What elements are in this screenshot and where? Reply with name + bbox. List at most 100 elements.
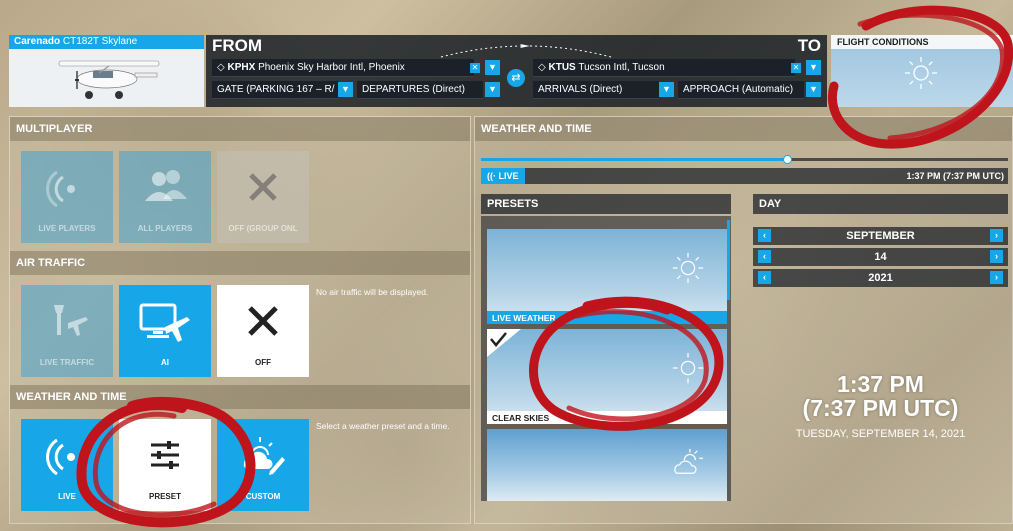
chevron-down-icon[interactable]: ▼ — [485, 60, 500, 75]
selected-checkmark-icon — [487, 329, 521, 357]
live-players-label: LIVE PLAYERS — [38, 224, 96, 233]
day-header: DAY — [753, 194, 1008, 214]
all-players-button[interactable]: ALL PLAYERS — [119, 151, 211, 243]
year-value: 2021 — [868, 272, 893, 284]
preset-few-clouds[interactable] — [487, 429, 727, 501]
chevron-left-icon[interactable]: ‹ — [758, 229, 771, 242]
live-players-button[interactable]: LIVE PLAYERS — [21, 151, 113, 243]
chevron-left-icon[interactable]: ‹ — [758, 271, 771, 284]
aircraft-brand: Carenado — [14, 36, 61, 47]
gate-field[interactable]: GATE (PARKING 167 – R/ — [212, 81, 339, 99]
flight-conditions-card[interactable]: FLIGHT CONDITIONS — [831, 35, 1013, 107]
weather-mode-description: Select a weather preset and a time. — [316, 421, 450, 431]
preset-clear-skies[interactable]: CLEAR SKIES — [487, 329, 727, 424]
approach-value: APPROACH (Automatic) — [683, 84, 794, 95]
live-weather-mode-button[interactable]: LIVE — [21, 419, 113, 511]
aircraft-name: Carenado CT182T Skylane — [9, 35, 204, 49]
airplane-image — [58, 60, 160, 99]
date-value: 14 — [874, 251, 887, 263]
full-date-display: TUESDAY, SEPTEMBER 14, 2021 — [795, 428, 966, 440]
presets-header: PRESETS — [481, 194, 731, 214]
chevron-down-icon[interactable]: ▼ — [806, 82, 821, 97]
presets-list[interactable]: LIVE WEATHER CLEAR SKIES — [481, 216, 731, 501]
to-airport-name: Tucson Intl, Tucson — [578, 62, 665, 73]
chevron-right-icon[interactable]: › — [990, 229, 1003, 242]
broadcast-icon — [21, 165, 113, 214]
date-selector[interactable]: ‹ 14 › — [753, 248, 1008, 266]
chevron-left-icon[interactable]: ‹ — [758, 250, 771, 263]
chevron-down-icon[interactable]: ▼ — [659, 82, 674, 97]
monitor-plane-icon — [119, 299, 211, 350]
sliders-icon — [119, 433, 211, 482]
close-icon — [217, 165, 309, 214]
swap-airports-button[interactable]: ⇄ — [507, 69, 525, 87]
air-traffic-off-label: OFF — [255, 358, 271, 367]
live-time-button[interactable]: ((· LIVE — [481, 168, 525, 184]
all-players-label: ALL PLAYERS — [137, 224, 193, 233]
live-time-label: LIVE — [498, 171, 519, 181]
time-slider-handle[interactable] — [782, 155, 792, 164]
month-selector[interactable]: ‹ SEPTEMBER › — [753, 227, 1008, 245]
approach-field[interactable]: APPROACH (Automatic) — [678, 81, 804, 99]
clear-arrival-icon[interactable]: ✕ — [791, 63, 801, 73]
broadcast-icon: ((· — [487, 171, 496, 181]
custom-weather-mode-button[interactable]: CUSTOM — [217, 419, 309, 511]
arrival-value: ARRIVALS (Direct) — [538, 84, 623, 95]
arrival-procedure-field[interactable]: ARRIVALS (Direct) — [533, 81, 659, 99]
local-time-value: 1:37 PM — [837, 371, 924, 397]
live-traffic-label: LIVE TRAFFIC — [39, 358, 95, 367]
time-readout: 1:37 PM (7:37 PM UTC) — [906, 171, 1004, 181]
sun-icon — [672, 252, 704, 284]
from-airport-name: Phoenix Sky Harbor Intl, Phoenix — [258, 62, 405, 73]
chevron-right-icon[interactable]: › — [990, 271, 1003, 284]
tower-plane-icon — [21, 299, 113, 348]
sun-cloud-icon — [674, 448, 703, 474]
top-bar: Carenado CT182T Skylane FROM TO ◇ KPHX P… — [0, 0, 1013, 112]
clear-departure-icon[interactable]: ✕ — [470, 63, 480, 73]
departure-value: DEPARTURES (Direct) — [362, 84, 465, 95]
presets-scrollbar[interactable] — [727, 220, 730, 300]
multiplayer-header: MULTIPLAYER — [10, 117, 470, 141]
weather-time-header-left: WEATHER AND TIME — [10, 385, 470, 409]
chevron-right-icon[interactable]: › — [990, 250, 1003, 263]
aircraft-model: CT182T Skylane — [62, 36, 138, 47]
from-label: FROM — [212, 36, 263, 55]
arrival-airport-field[interactable]: ◇ KTUS Tucson Intl, Tucson — [533, 59, 795, 77]
time-slider-fill — [481, 158, 787, 161]
to-airport-code: KTUS — [548, 62, 576, 73]
broadcast-icon — [21, 433, 113, 482]
multiplayer-off-button[interactable]: OFF (GROUP ONL — [217, 151, 309, 243]
flight-path-icon — [440, 44, 612, 58]
ai-traffic-label: AI — [161, 358, 169, 367]
live-mode-label: LIVE — [58, 492, 76, 501]
preset-weather-mode-button[interactable]: PRESET — [119, 419, 211, 511]
preset-mode-label: PRESET — [148, 492, 181, 501]
year-selector[interactable]: ‹ 2021 › — [753, 269, 1008, 287]
ai-traffic-button[interactable]: AI — [119, 285, 211, 377]
sun-icon — [905, 57, 937, 89]
flight-conditions-title: FLIGHT CONDITIONS — [831, 35, 1013, 49]
preset-clear-skies-label: CLEAR SKIES — [487, 411, 727, 424]
live-traffic-button[interactable]: LIVE TRAFFIC — [21, 285, 113, 377]
chevron-down-icon[interactable]: ▼ — [485, 82, 500, 97]
departure-airport-field[interactable]: ◇ KPHX Phoenix Sky Harbor Intl, Phoenix — [212, 59, 474, 77]
from-airport-code: KPHX — [227, 62, 256, 73]
sun-cloud-edit-icon — [217, 433, 309, 482]
multiplayer-off-label: OFF (GROUP ONL — [228, 224, 298, 233]
close-icon — [217, 299, 309, 348]
aircraft-card[interactable]: Carenado CT182T Skylane — [9, 35, 204, 107]
air-traffic-off-button[interactable]: OFF — [217, 285, 309, 377]
preset-live-weather[interactable]: LIVE WEATHER — [487, 229, 727, 324]
month-value: SEPTEMBER — [846, 230, 915, 242]
local-time-display: 1:37 PM (7:37 PM UTC) — [753, 372, 1008, 420]
left-options-panel: MULTIPLAYER LIVE PLAYERS ALL PLAYERS OFF… — [9, 116, 471, 524]
diamond-icon: ◇ — [217, 62, 225, 73]
time-slider[interactable] — [481, 155, 1008, 164]
diamond-icon: ◇ — [538, 62, 546, 73]
to-label: TO — [797, 36, 821, 55]
chevron-down-icon[interactable]: ▼ — [338, 82, 353, 97]
weather-time-header-right: WEATHER AND TIME — [475, 117, 1012, 141]
chevron-down-icon[interactable]: ▼ — [806, 60, 821, 75]
time-strip: ((· LIVE 1:37 PM (7:37 PM UTC) — [481, 168, 1008, 184]
departure-procedure-field[interactable]: DEPARTURES (Direct) — [357, 81, 483, 99]
